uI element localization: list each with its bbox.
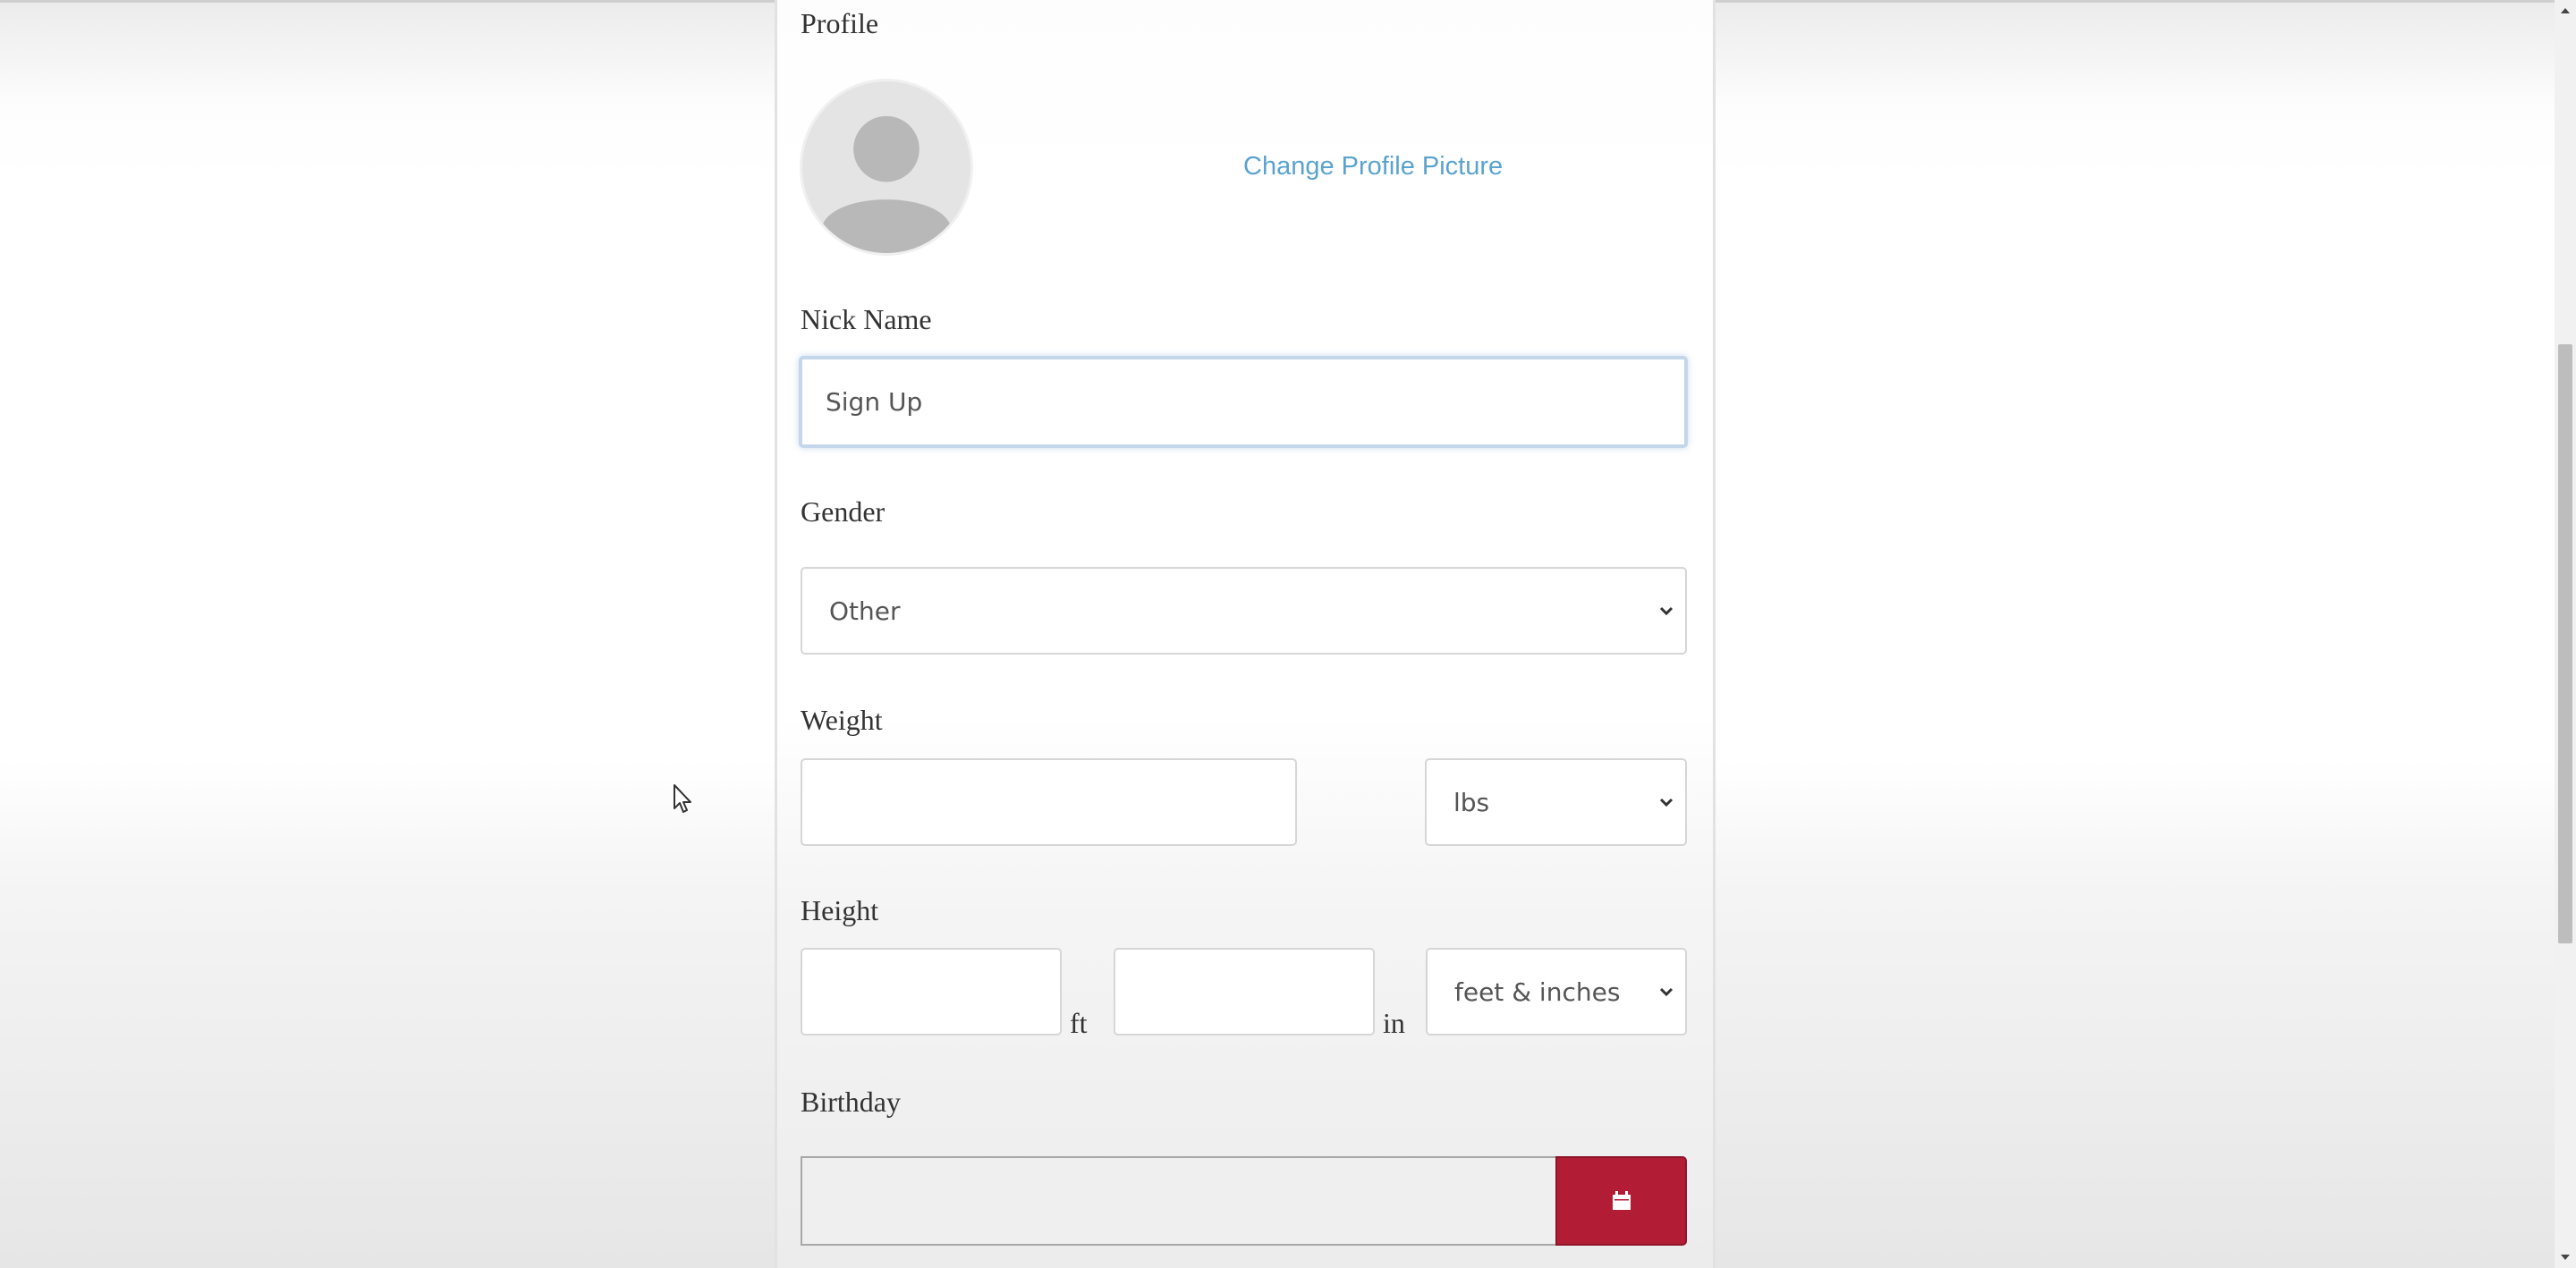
calendar-button[interactable] <box>1555 1156 1687 1246</box>
calendar-icon <box>1612 1191 1631 1210</box>
chevron-down-icon <box>1659 606 1674 616</box>
gender-select[interactable]: Other <box>801 567 1687 655</box>
height-feet-input[interactable] <box>801 948 1062 1036</box>
height-unit-select[interactable]: feet & inches <box>1426 948 1687 1036</box>
vertical-scrollbar[interactable] <box>2555 0 2576 1268</box>
weight-unit-selected: lbs <box>1453 787 1490 817</box>
nick-name-value: Sign Up <box>826 387 923 417</box>
height-inches-input[interactable] <box>1114 948 1375 1036</box>
height-label: Height <box>801 894 879 926</box>
chevron-down-icon <box>1659 987 1674 997</box>
height-unit-selected: feet & inches <box>1454 976 1621 1007</box>
weight-input[interactable] <box>801 758 1297 846</box>
weight-label: Weight <box>801 704 883 736</box>
weight-unit-select[interactable]: lbs <box>1425 758 1687 846</box>
chevron-down-icon <box>1659 798 1674 807</box>
profile-heading: Profile <box>801 7 879 39</box>
default-user-avatar-icon <box>821 115 952 253</box>
birthday-input[interactable] <box>801 1156 1557 1246</box>
mouse-cursor-icon <box>674 784 691 813</box>
gender-selected-value: Other <box>829 596 901 626</box>
change-profile-picture-link[interactable]: Change Profile Picture <box>1243 152 1503 182</box>
feet-unit-label: ft <box>1070 1007 1088 1039</box>
profile-avatar[interactable] <box>800 79 973 256</box>
nick-name-label: Nick Name <box>801 303 932 335</box>
scroll-up-arrow-icon[interactable] <box>2558 4 2572 18</box>
page-viewport: Profile Change Profile Picture Nick Name… <box>0 0 2555 1268</box>
scroll-down-arrow-icon[interactable] <box>2558 1250 2572 1264</box>
nick-name-input[interactable]: Sign Up <box>799 356 1688 448</box>
inches-unit-label: in <box>1383 1007 1405 1039</box>
scrollbar-thumb[interactable] <box>2558 344 2572 943</box>
gender-label: Gender <box>801 495 886 528</box>
birthday-label: Birthday <box>801 1086 901 1118</box>
